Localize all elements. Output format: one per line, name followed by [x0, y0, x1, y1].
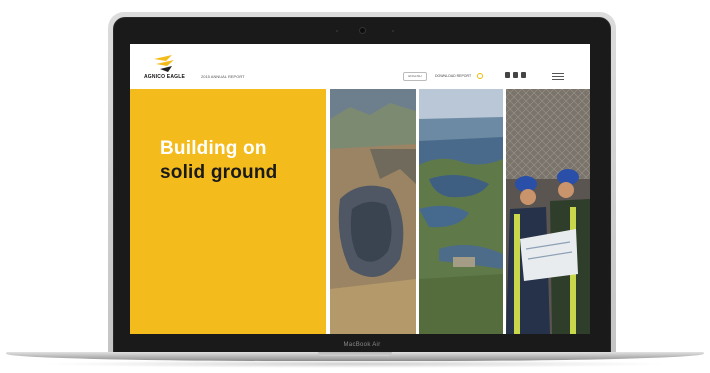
open-pit-mine-photo[interactable]: [330, 89, 416, 334]
lake-aerial-photo[interactable]: [419, 89, 503, 334]
hero-panel: Building on solid ground: [130, 89, 326, 334]
hero-headline-line1: Building on: [160, 138, 267, 159]
youtube-icon[interactable]: [513, 72, 518, 78]
download-report-link[interactable]: DOWNLOAD REPORT: [435, 74, 471, 78]
hero-headline-line2: solid ground: [160, 162, 278, 183]
download-icon[interactable]: [477, 73, 483, 79]
sensor-dot: [392, 30, 394, 32]
eagle-logo-icon[interactable]: [152, 53, 176, 75]
hamburger-menu-icon[interactable]: [552, 71, 564, 81]
laptop-lid: AGNICO EAGLE 2015 ANNUAL REPORT ENGLISH …: [108, 12, 616, 358]
screen-bezel: AGNICO EAGLE 2015 ANNUAL REPORT ENGLISH …: [113, 17, 611, 354]
linkedin-icon[interactable]: [521, 72, 526, 78]
sensor-dot: [336, 30, 338, 32]
language-button[interactable]: ENGLISH: [403, 72, 427, 81]
laptop-brand-label: MacBook Air: [343, 342, 381, 348]
miners-with-plans-photo[interactable]: [506, 89, 590, 334]
report-title: 2015 ANNUAL REPORT: [201, 74, 245, 79]
site-header: AGNICO EAGLE 2015 ANNUAL REPORT ENGLISH …: [130, 44, 590, 89]
laptop-shadow: [40, 360, 670, 368]
website-screen: AGNICO EAGLE 2015 ANNUAL REPORT ENGLISH …: [130, 44, 590, 334]
logo-wordmark[interactable]: AGNICO EAGLE: [144, 74, 185, 80]
social-links: [505, 72, 526, 80]
camera-icon: [360, 28, 365, 33]
laptop-notch: [318, 352, 392, 356]
twitter-icon[interactable]: [505, 72, 510, 78]
